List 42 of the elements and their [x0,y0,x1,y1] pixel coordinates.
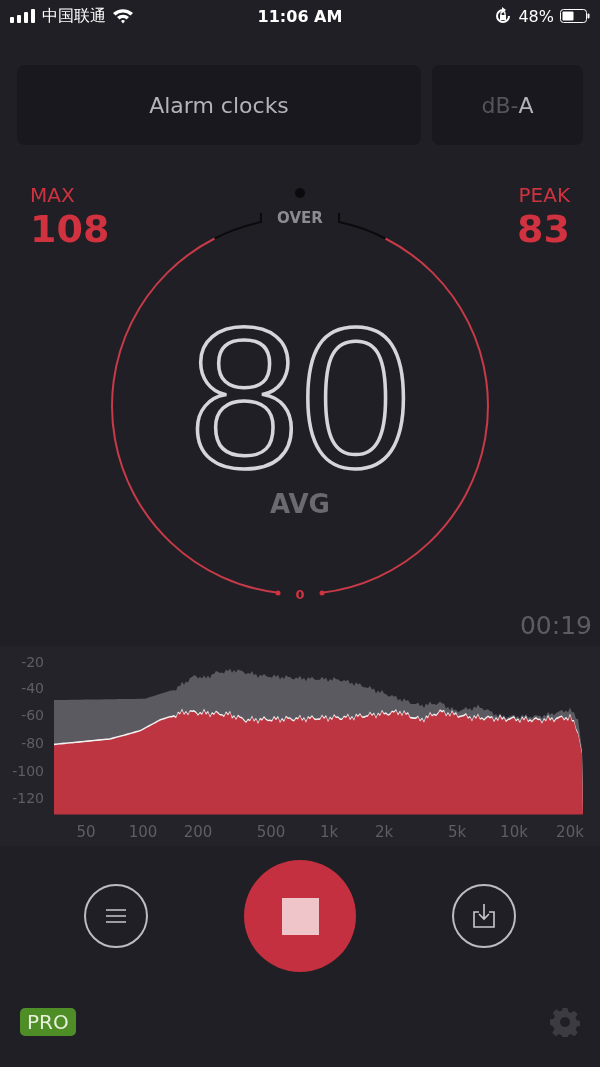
menu-button[interactable] [84,884,148,948]
axis-tick-label: -80 [21,735,44,751]
average-label: AVG [270,489,330,519]
average-value: 80 [188,323,412,473]
over-label: OVER [277,209,323,227]
menu-icon [106,909,126,923]
category-button[interactable]: Alarm clocks [17,65,421,145]
axis-tick-label: 100 [128,823,158,841]
peak-value: 83 [517,207,570,251]
axis-tick-label: 20k [556,823,584,841]
axis-tick-label: 2k [374,823,394,841]
axis-tick-label: 10k [500,823,528,841]
battery-icon [560,9,590,23]
gauge-end-dot [275,590,281,596]
peak-label: PEAK [518,183,570,207]
axis-tick-label: 50 [76,823,96,841]
axis-tick-label: -120 [12,790,44,806]
rotation-lock-icon [494,7,513,25]
wifi-icon [112,8,134,24]
axis-tick-label: -20 [21,654,44,670]
axis-tick-label: 1k [319,823,339,841]
axis-tick-label: 500 [256,823,286,841]
battery-percent: 48% [518,6,554,26]
download-tray-icon [473,904,495,928]
axis-tick-label: 200 [183,823,213,841]
axis-tick-label: -40 [21,680,44,696]
elapsed-time: 00:19 [519,611,592,640]
max-label: MAX [30,183,75,207]
axis-tick-label: -100 [12,763,44,779]
export-button[interactable] [452,884,516,948]
gauge-end-dot [319,590,325,596]
max-value: 108 [30,207,110,251]
status-time: 11:06 AM [257,6,343,26]
zero-label: 0 [295,587,305,602]
carrier-name: 中国联通 [42,5,106,27]
indicator-dot [295,188,305,198]
axis-tick-label: -60 [21,707,44,723]
signal-icon [10,9,36,23]
weighting-button[interactable]: dB-A [432,65,583,145]
stop-icon [281,897,319,935]
axis-tick-label: 5k [447,823,467,841]
settings-icon [550,1007,580,1037]
